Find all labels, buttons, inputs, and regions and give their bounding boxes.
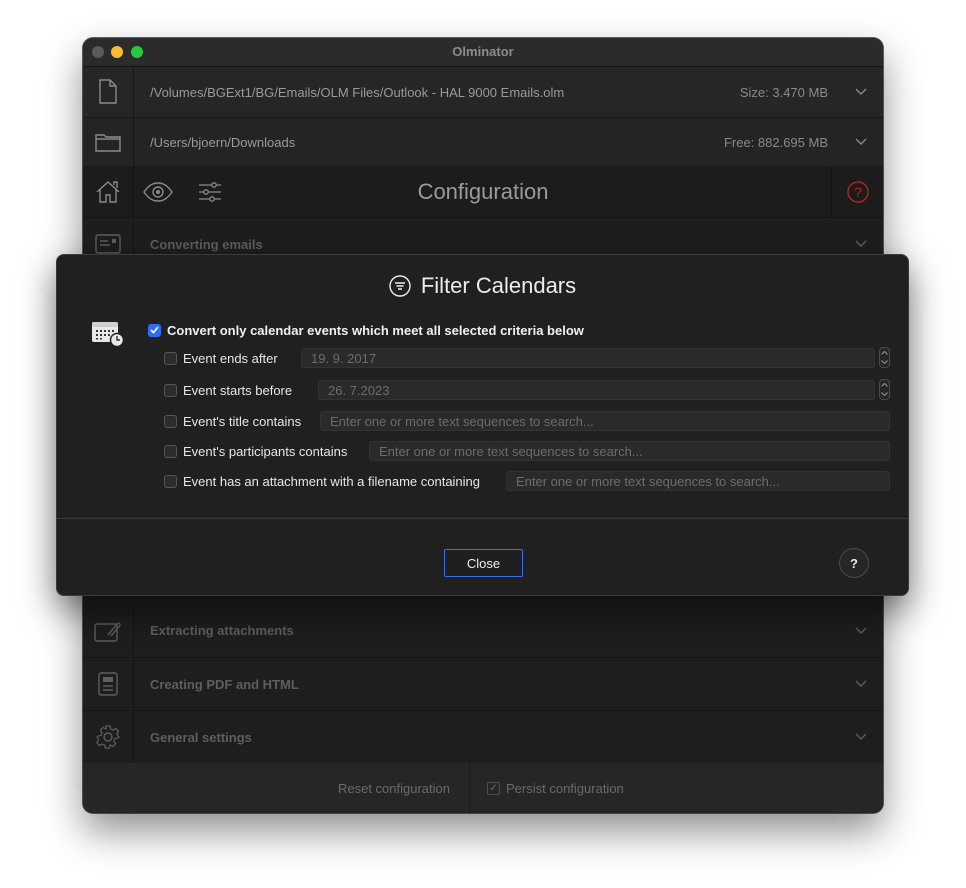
filter-calendars-dialog: Filter Calendars Convert only calendar e… bbox=[56, 254, 909, 596]
file-icon bbox=[83, 67, 134, 117]
criterion-label: Event has an attachment with a filename … bbox=[183, 473, 481, 489]
attachment-filename-search-input[interactable] bbox=[506, 471, 890, 491]
target-free-space: Free: 882.695 MB bbox=[723, 134, 828, 150]
criterion-ends-after[interactable]: Event ends after bbox=[164, 348, 278, 368]
filter-icon bbox=[389, 275, 411, 297]
chevron-down-icon[interactable] bbox=[855, 604, 867, 657]
close-button[interactable]: Close bbox=[444, 549, 523, 577]
starts-before-stepper[interactable] bbox=[879, 379, 890, 400]
home-icon[interactable] bbox=[83, 166, 134, 217]
folder-icon bbox=[83, 118, 134, 166]
criterion-label: Event's title contains bbox=[183, 413, 302, 429]
main-criteria-label: Convert only calendar events which meet … bbox=[167, 322, 584, 338]
source-file-row[interactable]: /Volumes/BGExt1/BG/Emails/OLM Files/Outl… bbox=[83, 67, 883, 118]
ends-after-date-field[interactable]: 19. 9. 2017 bbox=[301, 348, 875, 368]
source-file-size: Size: 3.470 MB bbox=[739, 84, 828, 100]
criterion-checkbox[interactable] bbox=[164, 351, 177, 365]
title-search-input[interactable] bbox=[320, 411, 890, 431]
document-icon bbox=[83, 658, 134, 710]
criterion-checkbox[interactable] bbox=[164, 444, 177, 458]
svg-text:?: ? bbox=[854, 184, 862, 200]
help-icon[interactable]: ? bbox=[831, 166, 883, 217]
criterion-checkbox[interactable] bbox=[164, 414, 177, 428]
ends-after-stepper[interactable] bbox=[879, 347, 890, 368]
target-folder-path: /Users/bjoern/Downloads bbox=[150, 134, 296, 150]
target-folder-row[interactable]: /Users/bjoern/Downloads Free: 882.695 MB bbox=[83, 118, 883, 167]
footer-bar: Reset configuration ✓ Persist configurat… bbox=[83, 763, 883, 813]
criterion-checkbox[interactable] bbox=[164, 383, 177, 397]
eye-icon[interactable] bbox=[133, 166, 183, 217]
starts-before-date-field[interactable]: 26. 7.2023 bbox=[318, 380, 875, 400]
reset-configuration-button[interactable]: Reset configuration bbox=[319, 763, 470, 813]
criterion-title-contains[interactable]: Event's title contains bbox=[164, 411, 301, 431]
sliders-icon[interactable] bbox=[185, 166, 235, 217]
section-label: Extracting attachments bbox=[150, 623, 294, 638]
gear-icon bbox=[83, 711, 134, 763]
persist-configuration-checkbox[interactable]: ✓ Persist configuration bbox=[487, 763, 624, 813]
checkbox-checked[interactable] bbox=[148, 323, 161, 337]
dialog-divider bbox=[57, 518, 908, 519]
chevron-down-icon[interactable] bbox=[855, 658, 867, 710]
source-file-path: /Volumes/BGExt1/BG/Emails/OLM Files/Outl… bbox=[150, 84, 565, 100]
section-general-settings[interactable]: General settings bbox=[83, 711, 883, 764]
criterion-attachment-filename[interactable]: Event has an attachment with a filename … bbox=[164, 471, 480, 491]
persist-label: Persist configuration bbox=[506, 780, 624, 796]
toolbar: Configuration ? bbox=[83, 166, 883, 218]
dialog-header: Filter Calendars bbox=[57, 271, 908, 301]
section-label: Creating PDF and HTML bbox=[150, 676, 299, 692]
chevron-down-icon[interactable] bbox=[855, 711, 867, 763]
chevron-down-icon[interactable] bbox=[855, 118, 867, 166]
main-criteria-checkbox[interactable]: Convert only calendar events which meet … bbox=[148, 321, 584, 339]
criterion-label: Event ends after bbox=[183, 350, 278, 366]
criterion-participants-contains[interactable]: Event's participants contains bbox=[164, 441, 347, 461]
section-extracting-attachments[interactable]: Extracting attachments bbox=[83, 604, 883, 658]
participants-search-input[interactable] bbox=[369, 441, 890, 461]
criterion-label: Event starts before bbox=[183, 382, 293, 398]
criterion-label: Event's participants contains bbox=[183, 443, 348, 459]
section-label: General settings bbox=[150, 729, 252, 745]
criterion-starts-before[interactable]: Event starts before bbox=[164, 380, 292, 400]
help-button[interactable]: ? bbox=[839, 548, 869, 578]
title-bar: Olminator bbox=[83, 38, 883, 67]
dialog-title: Filter Calendars bbox=[420, 273, 577, 298]
section-creating-pdf-html[interactable]: Creating PDF and HTML bbox=[83, 658, 883, 711]
attachment-icon bbox=[83, 604, 134, 657]
chevron-down-icon[interactable] bbox=[855, 67, 867, 117]
checkmark-icon: ✓ bbox=[487, 781, 500, 795]
window-title: Olminator bbox=[452, 44, 514, 59]
criterion-checkbox[interactable] bbox=[164, 474, 177, 488]
calendar-clock-icon bbox=[91, 319, 125, 352]
